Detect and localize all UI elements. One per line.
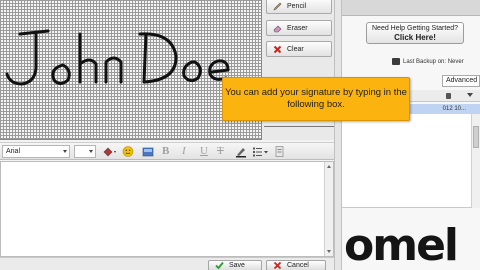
text-color-button[interactable] (102, 145, 118, 158)
paint-bucket-icon (103, 147, 116, 157)
cancel-label: Cancel (287, 262, 309, 269)
help-getting-started-button[interactable]: Need Help Getting Started? Click Here! (366, 22, 464, 44)
font-family-select[interactable]: Arial (2, 145, 70, 158)
help-line-1: Need Help Getting Started? (372, 25, 458, 32)
insert-image-button[interactable] (142, 145, 154, 158)
tooltip-text: You can add your signature by typing in … (225, 87, 407, 110)
highlight-button[interactable] (234, 145, 248, 158)
editor-scrollbar[interactable] (324, 162, 333, 256)
sort-arrow-icon[interactable] (467, 93, 473, 97)
smiley-icon (122, 146, 134, 157)
lock-icon (446, 93, 451, 99)
scroll-up-arrow-icon[interactable] (327, 165, 331, 168)
last-backup-status: Last Backup on: Never (392, 58, 464, 65)
row-date-text: 012 10... (442, 106, 466, 112)
eraser-button[interactable]: Eraser (266, 20, 332, 36)
underline-button[interactable]: U (200, 145, 210, 158)
panel-divider[interactable] (334, 0, 342, 270)
list-button[interactable] (252, 145, 270, 158)
help-line-2: Click Here! (394, 33, 436, 42)
chevron-down-icon (89, 150, 93, 153)
message-list[interactable] (342, 114, 480, 208)
logo-text: omel (344, 222, 459, 270)
right-side-panel: Need Help Getting Started? Click Here! L… (342, 0, 480, 270)
clear-button[interactable]: Clear (266, 41, 332, 57)
tab-advanced[interactable]: Advanced (442, 75, 480, 87)
bullet-list-icon (253, 147, 268, 157)
list-scrollbar[interactable] (471, 114, 480, 208)
font-size-select[interactable] (74, 145, 96, 158)
scrollbar-thumb[interactable] (473, 126, 479, 148)
pencil-icon (273, 2, 282, 11)
pencil-label: Pencil (287, 2, 307, 10)
document-icon (275, 146, 284, 157)
clear-x-icon (273, 45, 282, 54)
bold-button[interactable]: B (162, 145, 172, 158)
strikethrough-button[interactable]: T (217, 145, 227, 158)
dialog-footer: Save Cancel (0, 257, 334, 270)
tab-advanced-label: Advanced (446, 77, 478, 84)
italic-button[interactable]: I (182, 145, 192, 158)
scroll-down-arrow-icon[interactable] (327, 250, 331, 253)
eraser-label: Eraser (287, 24, 308, 32)
source-button[interactable] (274, 145, 286, 158)
image-icon (142, 147, 154, 157)
emoticon-button[interactable] (122, 145, 134, 158)
signature-text-editor[interactable] (0, 161, 334, 257)
preview-underline (264, 126, 338, 127)
save-button[interactable]: Save (208, 260, 262, 270)
eraser-icon (273, 24, 282, 33)
backup-text: Last Backup on: Never (403, 58, 464, 65)
right-panel-topbar (342, 0, 480, 16)
font-family-value: Arial (6, 148, 21, 155)
save-label: Save (229, 262, 245, 269)
backup-icon (392, 58, 400, 65)
cancel-x-icon (273, 261, 282, 270)
checkmark-icon (215, 261, 224, 270)
editor-toolbar: Arial B I U T (0, 142, 334, 160)
pencil-button[interactable]: Pencil (266, 0, 332, 14)
chevron-down-icon (63, 150, 67, 153)
highlighter-icon (236, 148, 246, 158)
signature-hint-tooltip: You can add your signature by typing in … (222, 77, 410, 121)
cancel-button[interactable]: Cancel (266, 260, 326, 270)
brand-logo: omel (342, 222, 480, 270)
clear-label: Clear (287, 45, 304, 53)
